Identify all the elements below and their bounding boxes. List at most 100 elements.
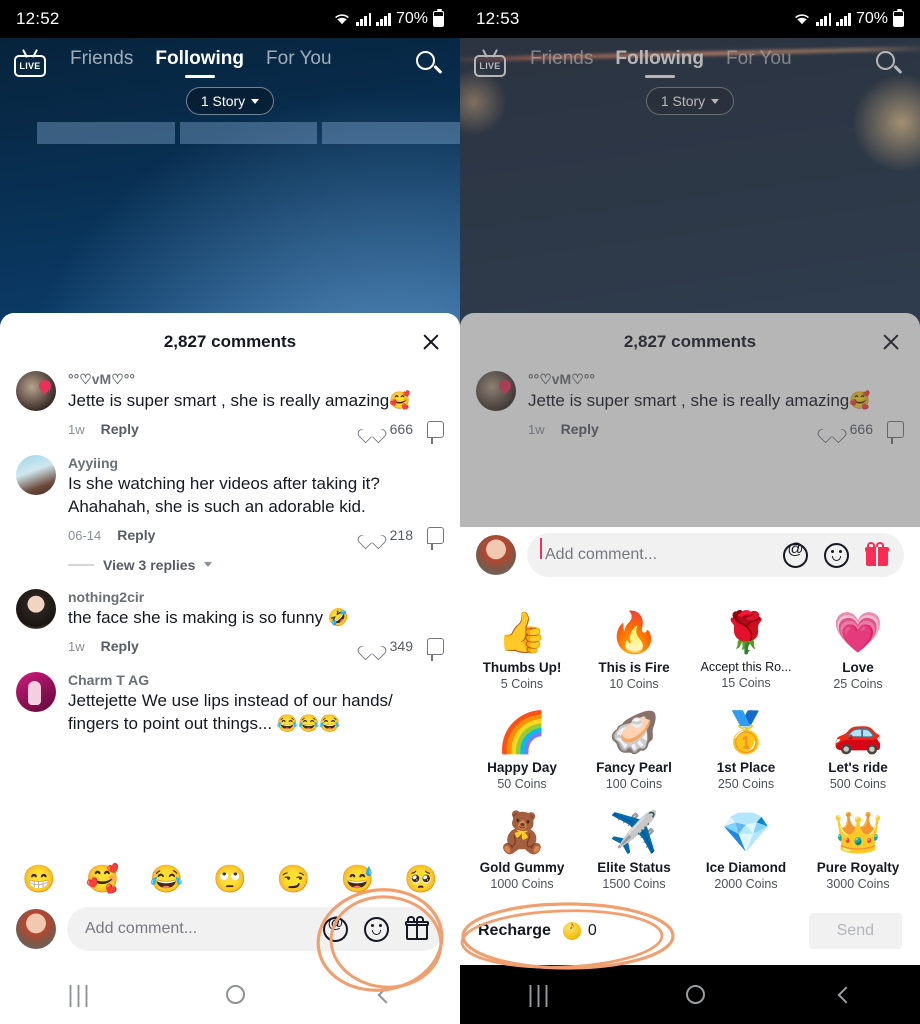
quick-emoji[interactable]: 😏 [277,866,311,893]
tab-friends[interactable]: Friends [70,48,133,79]
comment-meta: 1w Reply 349 [68,637,444,661]
like-icon[interactable] [363,526,382,545]
like-icon[interactable] [363,420,382,439]
comment-text: Is she watching her videos after taking … [68,473,380,516]
gift-emoji: ✈️ [609,811,659,855]
gift-emoji: 🧸 [497,811,547,855]
comment-input-bar: Add comment... [0,901,460,965]
comments-header: 2,827 comments [0,313,460,371]
reply-button[interactable]: Reply [101,421,139,437]
comment-input-field[interactable]: Add comment... [527,533,904,577]
quick-emoji[interactable]: 🙄 [213,866,247,893]
emoji-face-icon[interactable] [364,916,389,942]
comment-item: °°♡vM♡°° Jette is super smart , she is r… [16,371,444,444]
comment-item: nothing2cir the face she is making is so… [16,588,444,661]
reply-button[interactable]: Reply [101,638,139,654]
dislike-icon[interactable] [427,637,444,661]
at-mention-icon[interactable] [783,541,808,568]
gift-item[interactable]: 💎 Ice Diamond 2000 Coins [690,799,802,899]
gift-price: 1000 Coins [490,877,554,891]
view-replies-button[interactable]: View 3 replies [68,557,444,573]
avatar[interactable] [16,454,56,495]
recents-icon[interactable]: ||| [68,981,92,1008]
gift-item[interactable]: 🦪 Fancy Pearl 100 Coins [578,699,690,799]
gift-emoji: 🥇 [721,711,771,755]
wifi-icon [795,14,810,25]
gift-name: Thumbs Up! [482,660,562,675]
gift-emoji: 💗 [833,611,883,655]
tab-following[interactable]: Following [155,48,244,79]
comment-username[interactable]: Charm T AG [68,672,444,688]
gift-name: Love [842,660,874,675]
quick-emoji[interactable]: 😁 [22,866,56,893]
quick-emoji[interactable]: 🥺 [404,866,438,893]
like-icon[interactable] [363,637,382,656]
gift-item[interactable]: 🌹 Accept this Ro... 15 Coins [690,599,802,699]
close-icon[interactable] [420,331,442,353]
gift-item[interactable]: 🌈 Happy Day 50 Coins [466,699,578,799]
recharge-label[interactable]: Recharge [478,922,551,940]
dislike-icon[interactable] [427,420,444,444]
home-icon[interactable] [686,985,706,1004]
quick-emoji[interactable]: 😂 [149,866,183,893]
home-icon[interactable] [226,985,246,1004]
coin-balance: 0 [587,922,597,939]
gift-item[interactable]: 👑 Pure Royalty 3000 Coins [802,799,914,899]
battery-percent: 70% [855,10,888,27]
left-phone-screen: 12:52 70% LIVE Friends Following For You… [0,0,460,1024]
comments-list[interactable]: °°♡vM♡°° Jette is super smart , she is r… [0,371,460,862]
signal-bars-1 [356,12,372,26]
dual-screenshot-comparison: 12:52 70% LIVE Friends Following For You… [0,0,920,1024]
comment-username[interactable]: °°♡vM♡°° [68,371,444,388]
comment-text: Jettejette We use lips instead of our ha… [68,690,393,733]
current-user-avatar[interactable] [16,909,56,949]
gift-item[interactable]: 👍 Thumbs Up! 5 Coins [466,599,578,699]
comment-meta: 1w Reply 666 [68,420,444,444]
back-icon[interactable] [377,986,395,1003]
live-tv-icon[interactable]: LIVE [14,49,46,77]
recents-icon[interactable]: ||| [528,981,552,1008]
gift-icon-active[interactable] [865,541,890,568]
avatar[interactable] [16,371,56,411]
quick-emoji[interactable]: 🥰 [86,866,120,893]
story-chip[interactable]: 1 Story [185,87,275,115]
gift-name: 1st Place [716,760,776,775]
gift-name: Elite Status [597,860,671,875]
gift-item[interactable]: 🚗 Let's ride 500 Coins [802,699,914,799]
search-icon[interactable] [414,49,444,79]
emoji-face-icon[interactable] [824,542,849,568]
gift-item[interactable]: 💗 Love 25 Coins [802,599,914,699]
gift-item[interactable]: 🥇 1st Place 250 Coins [690,699,802,799]
gift-item[interactable]: 🧸 Gold Gummy 1000 Coins [466,799,578,899]
tab-for-you[interactable]: For You [266,48,332,79]
quick-emoji[interactable]: 😅 [341,866,375,893]
android-nav-bar: ||| [460,965,920,1024]
divider [68,564,94,566]
send-button[interactable]: Send [808,913,902,949]
status-indicators: 70% [333,8,444,28]
gift-picker-panel: Add comment... 👍 Thumbs Up! 5 Coins 🔥 Th [460,527,920,965]
dislike-icon[interactable] [427,526,444,550]
feed-tabs: Friends Following For You [70,48,332,79]
recharge-bar: Recharge 0 Send [460,903,920,965]
comment-username[interactable]: nothing2cir [68,589,444,605]
chevron-down-icon [251,98,260,104]
gift-emoji: 🌹 [721,611,771,655]
comment-input-field[interactable]: Add comment... [67,907,444,951]
gift-item[interactable]: ✈️ Elite Status 1500 Coins [578,799,690,899]
avatar[interactable] [16,671,56,712]
current-user-avatar[interactable] [476,535,516,575]
gift-item[interactable]: 🔥 This is Fire 10 Coins [578,599,690,699]
at-mention-icon[interactable] [323,915,348,942]
comment-username[interactable]: Ayyiing [68,455,444,471]
back-icon[interactable] [837,986,855,1003]
coin-icon [562,920,581,940]
avatar[interactable] [16,588,56,629]
gift-price: 3000 Coins [826,877,890,891]
gift-price: 5 Coins [500,677,544,691]
reply-button[interactable]: Reply [117,527,155,543]
gift-name: Ice Diamond [705,860,787,875]
gift-price: 100 Coins [605,777,663,791]
gift-icon[interactable] [405,915,430,942]
like-count: 349 [389,638,413,655]
